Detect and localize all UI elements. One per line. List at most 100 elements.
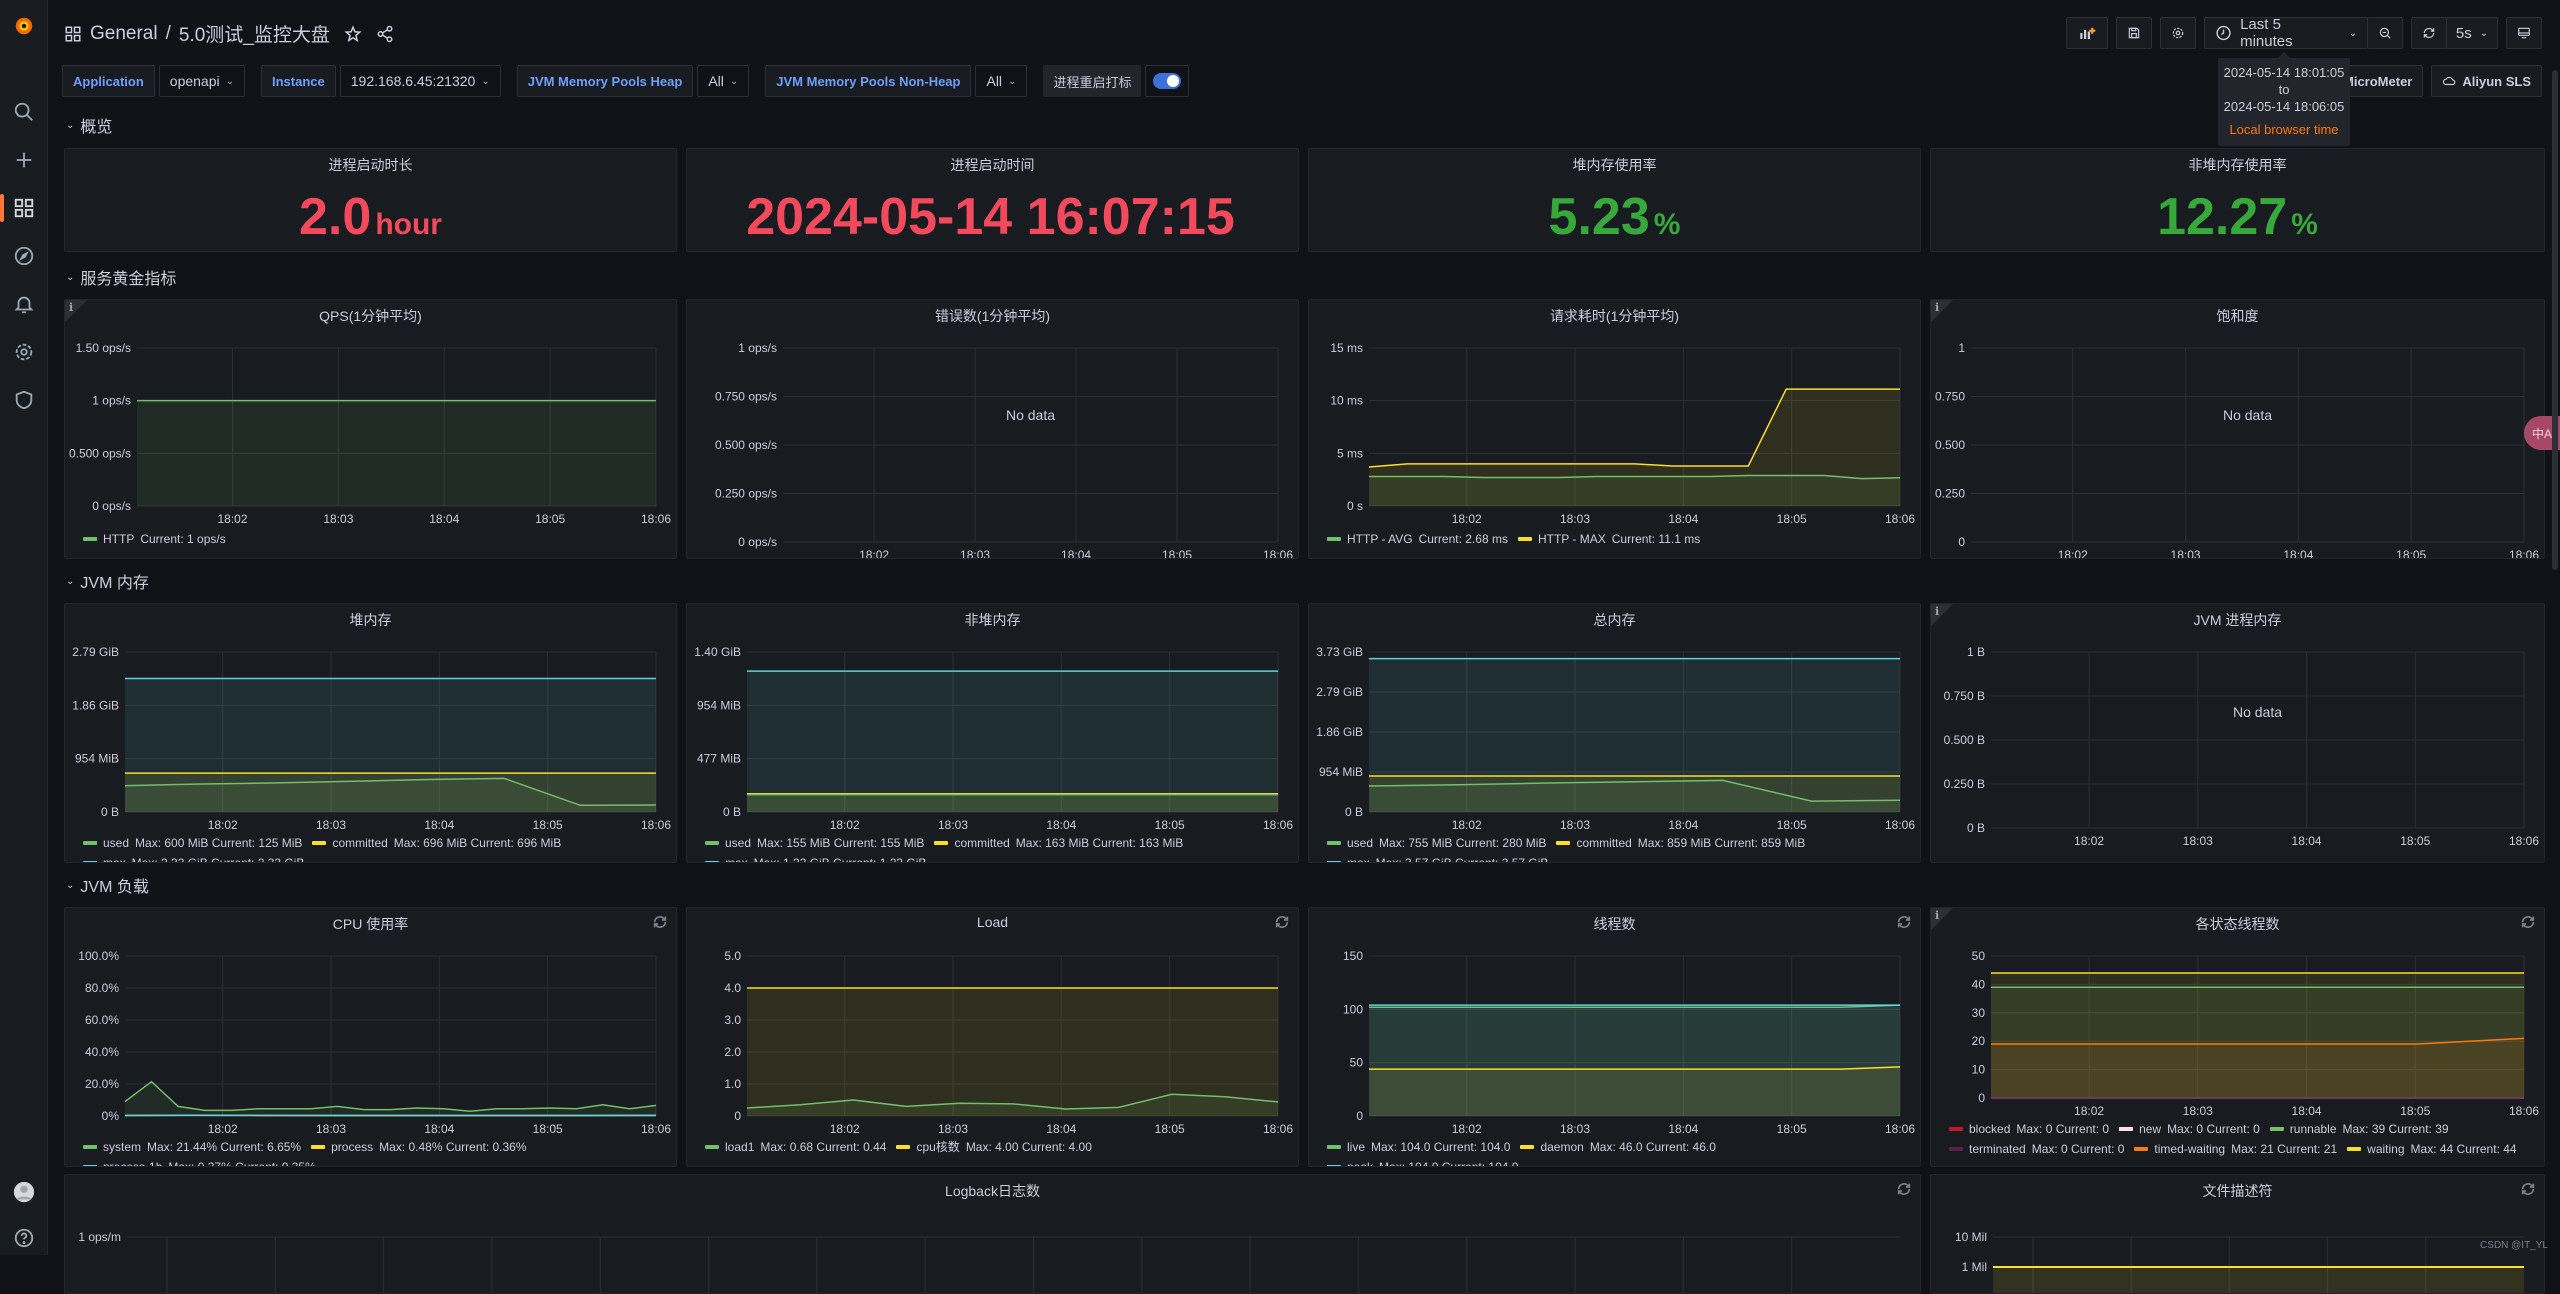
restart-annotation-toggle[interactable] [1145, 65, 1189, 97]
refresh-interval-label: 5s [2456, 25, 2472, 42]
search-icon[interactable] [0, 92, 48, 132]
legend-item[interactable]: load1Max: 0.68 Current: 0.44 [705, 1138, 886, 1156]
graph-panel[interactable]: JVM 进程内存i0 B0.250 B0.500 B0.750 B1 B18:0… [1930, 603, 2545, 863]
graph-panel[interactable]: 线程数05010015018:0218:0318:0418:0518:06liv… [1308, 907, 1921, 1167]
legend-item[interactable]: process-1hMax: 0.37% Current: 0.35% [83, 1158, 316, 1167]
stat-number: 2024-05-14 16:07:15 [746, 188, 1235, 246]
legend-item[interactable]: usedMax: 155 MiB Current: 155 MiB [705, 834, 924, 852]
grafana-logo-icon[interactable] [0, 6, 48, 46]
row-title: 服务黄金指标 [80, 265, 176, 289]
legend-item[interactable]: runnableMax: 39 Current: 39 [2270, 1120, 2449, 1138]
row-jvm-memory[interactable]: ⌄JVM 内存 [66, 569, 149, 593]
graph-panel[interactable]: CPU 使用率0%20.0%40.0%60.0%80.0%100.0%18:02… [64, 907, 677, 1167]
graph-panel[interactable]: 堆内存0 B954 MiB1.86 GiB2.79 GiB18:0218:031… [64, 603, 677, 863]
stat-panel[interactable]: 非堆内存使用率 12.27% [1930, 148, 2545, 252]
legend-item[interactable]: usedMax: 755 MiB Current: 280 MiB [1327, 834, 1546, 852]
y-tick-label: 0 ops/s [92, 499, 131, 513]
legend-item[interactable]: terminatedMax: 0 Current: 0 [1949, 1140, 2124, 1158]
variable-select-application[interactable]: openapi⌄ [159, 65, 245, 97]
graph-panel[interactable]: 请求耗时(1分钟平均)0 s5 ms10 ms15 ms18:0218:0318… [1308, 299, 1921, 559]
star-icon[interactable] [344, 25, 362, 43]
dashboard-title[interactable]: 5.0测试_监控大盘 [179, 20, 330, 47]
legend-color-swatch [1327, 537, 1341, 541]
legend-item[interactable]: systemMax: 21.44% Current: 6.65% [83, 1138, 301, 1156]
variable-select-nonheap-pools[interactable]: All⌄ [975, 65, 1027, 97]
configuration-gear-icon[interactable] [0, 332, 48, 372]
graph-panel[interactable]: 各状态线程数i0102030405018:0218:0318:0418:0518… [1930, 907, 2545, 1167]
help-icon[interactable] [0, 1218, 48, 1258]
legend-item[interactable]: maxMax: 2.33 GiB Current: 2.33 GiB [83, 854, 304, 863]
x-tick-label: 18:04 [1046, 818, 1076, 832]
graph-panel[interactable]: QPS(1分钟平均)i0 ops/s0.500 ops/s1 ops/s1.50… [64, 299, 677, 559]
legend-item[interactable]: HTTPCurrent: 1 ops/s [83, 530, 226, 548]
graph-panel[interactable]: Load01.02.03.04.05.018:0218:0318:0418:05… [686, 907, 1299, 1167]
series-area-daemon [1369, 1067, 1900, 1116]
page-scrollbar[interactable] [2552, 70, 2558, 570]
graph-panel[interactable]: 文件描述符1 Mil10 Mil [1930, 1174, 2545, 1294]
legend-item[interactable]: HTTP - MAXCurrent: 11.1 ms [1518, 530, 1700, 548]
zoom-out-time-button[interactable] [2367, 17, 2403, 49]
explore-icon[interactable] [0, 236, 48, 276]
graph-panel[interactable]: 错误数(1分钟平均)0 ops/s0.250 ops/s0.500 ops/s0… [686, 299, 1299, 559]
tv-mode-button[interactable] [2506, 17, 2542, 49]
legend-item[interactable]: peakMax: 104.0 Current: 104.0 [1327, 1158, 1518, 1167]
y-tick-label: 1 B [1967, 645, 1985, 659]
legend-item[interactable]: liveMax: 104.0 Current: 104.0 [1327, 1138, 1510, 1156]
graph-panel[interactable]: Logback日志数1 ops/m [64, 1174, 1921, 1294]
graph-panel[interactable]: 饱和度i00.2500.5000.750118:0218:0318:0418:0… [1930, 299, 2545, 559]
refresh-interval-picker[interactable]: 5s ⌄ [2446, 17, 2498, 49]
stat-value: 2024-05-14 16:07:15 [687, 187, 1298, 247]
row-golden-metrics[interactable]: ⌄服务黄金指标 [66, 265, 176, 289]
legend-item[interactable]: processMax: 0.48% Current: 0.36% [311, 1138, 526, 1156]
legend-color-swatch [83, 1165, 97, 1167]
legend-item[interactable]: maxMax: 1.23 GiB Current: 1.23 GiB [705, 854, 926, 863]
y-tick-label: 5 ms [1337, 446, 1363, 460]
legend-item[interactable]: cpu核数Max: 4.00 Current: 4.00 [896, 1138, 1091, 1156]
y-tick-label: 0 [1958, 535, 1965, 549]
legend-item[interactable]: usedMax: 600 MiB Current: 125 MiB [83, 834, 302, 852]
add-panel-button[interactable] [2066, 17, 2108, 49]
graph-panel[interactable]: 总内存0 B954 MiB1.86 GiB2.79 GiB3.73 GiB18:… [1308, 603, 1921, 863]
toggle-switch[interactable] [1153, 73, 1181, 89]
legend-item[interactable]: HTTP - AVGCurrent: 2.68 ms [1327, 530, 1508, 548]
server-admin-shield-icon[interactable] [0, 380, 48, 420]
stat-panel[interactable]: 进程启动时长 2.0hour [64, 148, 677, 252]
legend-item[interactable]: blockedMax: 0 Current: 0 [1949, 1120, 2109, 1138]
variable-select-heap-pools[interactable]: All⌄ [697, 65, 749, 97]
variable-label-nonheap-pools: JVM Memory Pools Non-Heap [765, 65, 971, 97]
plus-icon[interactable] [0, 140, 48, 180]
legend-item[interactable]: timed-waitingMax: 21 Current: 21 [2134, 1140, 2337, 1158]
legend-series-name: committed [954, 834, 1009, 852]
legend-item[interactable]: newMax: 0 Current: 0 [2119, 1120, 2260, 1138]
dashboard-settings-button[interactable] [2160, 17, 2196, 49]
stat-panel[interactable]: 堆内存使用率 5.23% [1308, 148, 1921, 252]
alerting-bell-icon[interactable] [0, 284, 48, 324]
legend-item[interactable]: committedMax: 163 MiB Current: 163 MiB [934, 834, 1183, 852]
y-tick-label: 100 [1343, 1002, 1363, 1016]
row-jvm-load[interactable]: ⌄JVM 负载 [66, 873, 149, 897]
user-avatar-icon[interactable] [0, 1172, 48, 1212]
y-tick-label: 3.0 [724, 1013, 741, 1027]
breadcrumb-folder[interactable]: General [90, 23, 158, 45]
variable-select-instance[interactable]: 192.168.6.45:21320⌄ [340, 65, 501, 97]
legend-item[interactable]: maxMax: 3.57 GiB Current: 3.57 GiB [1327, 854, 1548, 863]
row-overview[interactable]: ⌄概览 [66, 113, 112, 137]
legend-item[interactable]: committedMax: 859 MiB Current: 859 MiB [1556, 834, 1805, 852]
refresh-dashboard-button[interactable] [2411, 17, 2447, 49]
legend-item[interactable]: waitingMax: 44 Current: 44 [2347, 1140, 2516, 1158]
stat-panel[interactable]: 进程启动时间 2024-05-14 16:07:15 [686, 148, 1299, 252]
legend-item[interactable]: daemonMax: 46.0 Current: 46.0 [1520, 1138, 1715, 1156]
graph-panel[interactable]: 非堆内存0 B477 MiB954 MiB1.40 GiB18:0218:031… [686, 603, 1299, 863]
stat-unit: % [1654, 208, 1681, 241]
legend-item[interactable]: committedMax: 696 MiB Current: 696 MiB [312, 834, 561, 852]
legend-color-swatch [896, 1145, 910, 1149]
link-aliyun-sls[interactable]: Aliyun SLS [2431, 65, 2542, 97]
x-tick-label: 18:04 [2292, 1104, 2322, 1118]
share-icon[interactable] [376, 25, 394, 43]
legend-color-swatch [83, 841, 97, 845]
dashboards-icon[interactable] [0, 188, 48, 228]
x-tick-label: 18:03 [1560, 818, 1590, 832]
legend-color-swatch [2347, 1147, 2361, 1151]
save-dashboard-button[interactable] [2116, 17, 2152, 49]
time-picker-button[interactable]: Last 5 minutes ⌄ [2204, 17, 2368, 49]
